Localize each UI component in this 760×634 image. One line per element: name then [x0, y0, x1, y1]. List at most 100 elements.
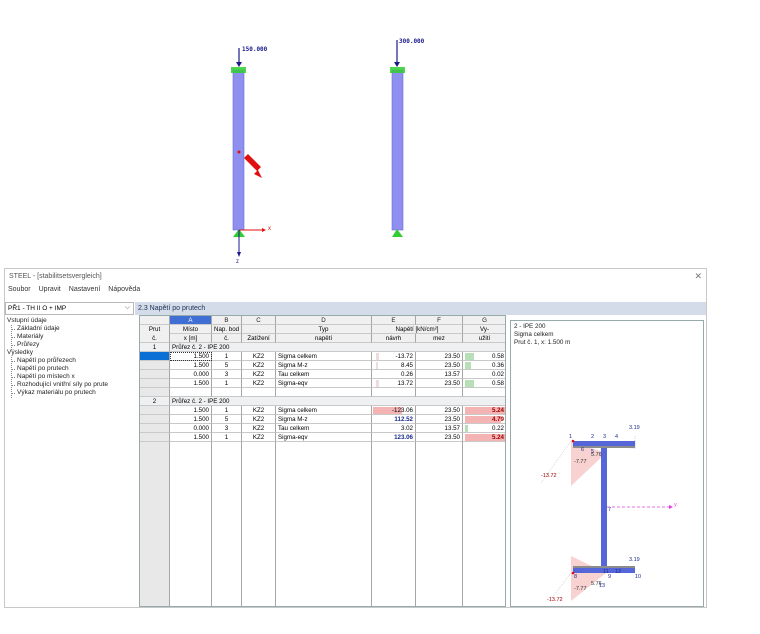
cell-limit[interactable]: 23.50 — [416, 352, 463, 361]
cell-load[interactable]: KZ2 — [242, 433, 276, 442]
cell-point[interactable]: 1 — [212, 352, 242, 361]
top-flange[interactable] — [573, 441, 635, 446]
group-row-member-1[interactable]: 1 Průřez č. 2 - IPE 200 — [140, 343, 505, 352]
cell-x[interactable]: 1.500 — [170, 406, 212, 415]
cell-load[interactable]: KZ2 — [242, 361, 276, 370]
cell-load[interactable]: KZ2 — [242, 406, 276, 415]
cell-point[interactable]: 3 — [212, 424, 242, 433]
cell-design[interactable]: 112.52 — [372, 415, 416, 424]
cell-type[interactable]: Sigma celkem — [276, 406, 372, 415]
cross-section-preview: 2 - IPE 200 Sigma celkem Prut č. 1, x: 1… — [510, 320, 704, 607]
cell-ratio[interactable]: 0.02 — [463, 370, 505, 379]
tree-item-stress-by-location[interactable]: Napětí po místech x — [17, 373, 75, 380]
cell-x[interactable]: 0.000 — [170, 370, 212, 379]
load-case-select[interactable]: PŘ1 - TH II O + IMP ⌵ — [5, 302, 134, 315]
cell-x[interactable]: 1.500 — [170, 415, 212, 424]
cell-type[interactable]: Sigma M-z — [276, 361, 372, 370]
cell-point[interactable]: 5 — [212, 361, 242, 370]
axis-x-label: x — [268, 226, 271, 232]
cell-type[interactable]: Sigma celkem — [276, 352, 372, 361]
cell-design[interactable]: 0.26 — [372, 370, 416, 379]
column-letter-a[interactable]: A — [170, 316, 212, 325]
close-icon[interactable]: ✕ — [694, 271, 702, 282]
tree-group-results[interactable]: Výsledky — [7, 349, 33, 356]
point-label-11: 11 — [603, 569, 609, 575]
cell-type[interactable]: Tau celkem — [276, 370, 372, 379]
table-row[interactable]: 1.500 5 KZ2 Sigma M-z 8.45 23.50 0.36 — [140, 361, 505, 370]
header-design: návrh — [372, 334, 416, 343]
cell-ratio: 4.79 — [491, 416, 504, 423]
column-letter-c[interactable]: C — [242, 316, 276, 325]
cell-limit[interactable]: 23.50 — [416, 361, 463, 370]
cell-limit[interactable]: 13.57 — [416, 370, 463, 379]
member-1[interactable] — [232, 69, 245, 231]
point-label-8: 8 — [574, 574, 578, 580]
header-limit: mez — [416, 334, 463, 343]
cell-type[interactable]: Tau celkem — [276, 424, 372, 433]
table-row[interactable]: 1.500 1 KZ2 Sigma-eqv 123.06 23.50 5.24 — [140, 433, 505, 442]
cell-x[interactable]: 1.500 — [170, 352, 212, 361]
table-row[interactable]: 1.500 1 KZ2 Sigma-eqv 13.72 23.50 0.58 — [140, 379, 505, 388]
group-label: Průřez č. 2 - IPE 200 — [170, 343, 505, 352]
web[interactable] — [601, 448, 607, 566]
cell-design[interactable]: 123.06 — [372, 433, 416, 442]
tree-item-basic-data[interactable]: Základní údaje — [17, 325, 60, 332]
menu-edit[interactable]: Upravit — [39, 286, 61, 293]
cell-x[interactable]: 0.000 — [170, 424, 212, 433]
point-label-5: 5 — [591, 449, 595, 455]
table-row[interactable]: 1.500 1 KZ2 Sigma celkem -13.72 23.50 0.… — [140, 352, 505, 361]
cell-limit[interactable]: 23.50 — [416, 433, 463, 442]
cell-point[interactable]: 3 — [212, 370, 242, 379]
header-type: Typ — [276, 325, 372, 334]
cell-design[interactable]: 3.02 — [372, 424, 416, 433]
cell-point[interactable]: 1 — [212, 406, 242, 415]
column-letter-b[interactable]: B — [212, 316, 242, 325]
table-row[interactable]: 0.000 3 KZ2 Tau celkem 0.26 13.57 0.02 — [140, 370, 505, 379]
cell-load[interactable]: KZ2 — [242, 415, 276, 424]
cell-type[interactable]: Sigma-eqv — [276, 379, 372, 388]
member-2[interactable] — [391, 69, 404, 231]
cell-x[interactable]: 1.500 — [170, 433, 212, 442]
pane-title: 2.3 Napětí po prutech — [135, 302, 706, 315]
tree-item-stress-by-member[interactable]: Napětí po prutech — [17, 365, 69, 372]
header-row-2: x [m] č. Zatížení napětí návrh mez užití — [140, 334, 505, 343]
header-row-1: Prut č. Místo Nap. bod Typ Napětí [kN/cm²… — [140, 325, 505, 343]
cell-limit[interactable]: 23.50 — [416, 415, 463, 424]
cell-type[interactable]: Sigma M-z — [276, 415, 372, 424]
table-row[interactable]: 1.500 1 KZ2 Sigma celkem -123.06 23.50 5… — [140, 406, 505, 415]
cell-limit[interactable]: 13.57 — [416, 424, 463, 433]
column-letter-e[interactable]: E — [372, 316, 416, 325]
cell-point[interactable]: 1 — [212, 379, 242, 388]
table-row[interactable]: 1.500 5 KZ2 Sigma M-z 112.52 23.50 4.79 — [140, 415, 505, 424]
tree-item-stress-by-section[interactable]: Napětí po průřezech — [17, 357, 76, 364]
tree-item-materials[interactable]: Materiály — [17, 333, 43, 340]
tree-group-input[interactable]: Vstupní údaje — [7, 317, 47, 324]
cell-limit[interactable]: 23.50 — [416, 406, 463, 415]
title-bar: STEEL - [stabilitsetsvergleich] ✕ — [5, 269, 706, 283]
cell-type[interactable]: Sigma-eqv — [276, 433, 372, 442]
tree-item-material-list[interactable]: Výkaz materiálu po prutech — [17, 389, 96, 396]
column-letter-g[interactable]: G — [463, 316, 505, 325]
menu-file[interactable]: Soubor — [8, 286, 31, 293]
cell-load[interactable]: KZ2 — [242, 424, 276, 433]
cell-point[interactable]: 1 — [212, 433, 242, 442]
tree-item-governing-forces[interactable]: Rozhodující vnitřní síly po prute — [17, 381, 108, 388]
menu-help[interactable]: Nápověda — [108, 286, 140, 293]
tree-item-cross-sections[interactable]: Průřezy — [17, 341, 39, 348]
column-letter-f[interactable]: F — [416, 316, 463, 325]
table-row[interactable]: 0.000 3 KZ2 Tau celkem 3.02 13.57 0.22 — [140, 424, 505, 433]
cell-ratio: 0.58 — [491, 380, 504, 387]
stress-point-1[interactable] — [571, 439, 575, 443]
cell-x[interactable]: 1.500 — [170, 379, 212, 388]
cell-point[interactable]: 5 — [212, 415, 242, 424]
value-mid-a: -7.77 — [574, 459, 587, 465]
cell-limit[interactable]: 23.50 — [416, 379, 463, 388]
group-row-member-2[interactable]: 2 Průřez č. 2 - IPE 200 — [140, 397, 505, 406]
menu-settings[interactable]: Nastavení — [69, 286, 101, 293]
cell-x[interactable]: 1.500 — [170, 361, 212, 370]
cell-load[interactable]: KZ2 — [242, 370, 276, 379]
cell-load[interactable]: KZ2 — [242, 352, 276, 361]
column-letter-d[interactable]: D — [276, 316, 372, 325]
load-value-left: 150.000 — [242, 46, 268, 53]
cell-load[interactable]: KZ2 — [242, 379, 276, 388]
